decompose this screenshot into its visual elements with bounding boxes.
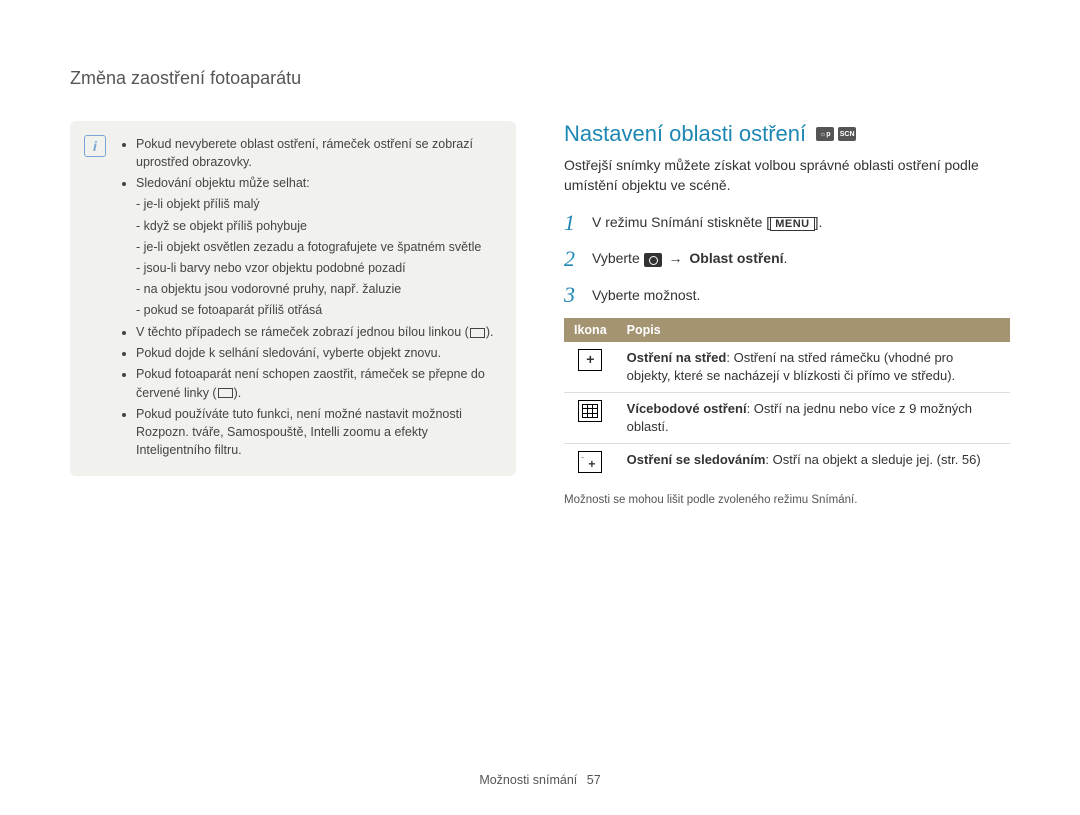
note-bullet: V těchto případech se rámeček zobrazí je… [136, 323, 500, 341]
menu-button-label: MENU [770, 217, 814, 231]
footer-label: Možnosti snímání [479, 773, 577, 787]
table-row: Vícebodové ostření: Ostří na jednu nebo … [564, 392, 1010, 443]
arrow-right-icon: → [669, 250, 683, 266]
note-bullet: Pokud dojde k selhání sledování, vyberte… [136, 344, 500, 362]
section-title: Nastavení oblasti ostření ☼p SCN [564, 121, 1010, 147]
note-sub-bullet: je-li objekt osvětlen zezadu a fotografu… [146, 238, 500, 256]
page-title: Změna zaostření fotoaparátu [70, 68, 1010, 89]
white-frame-icon [470, 328, 485, 338]
step-2: 2 Vyberte → Oblast ostření. [564, 246, 1010, 272]
note-bullet: Pokud fotoaparát není schopen zaostřit, … [136, 365, 500, 401]
center-focus-icon: + [578, 349, 602, 371]
table-header-desc: Popis [617, 318, 1010, 342]
table-row: ···+ Ostření se sledováním: Ostří na obj… [564, 444, 1010, 481]
step-number: 1 [564, 210, 582, 236]
step-number: 2 [564, 246, 582, 272]
table-row: + Ostření na střed: Ostření na střed rám… [564, 342, 1010, 393]
multi-focus-icon [578, 400, 602, 422]
step-3: 3 Vyberte možnost. [564, 282, 1010, 308]
note-body: Pokud nevyberete oblast ostření, rámeček… [120, 135, 500, 462]
note-bullet: Sledování objektu může selhat: je-li obj… [136, 174, 500, 319]
mode-camera-p-icon: ☼p [816, 127, 834, 141]
mode-scene-icon: SCN [838, 127, 856, 141]
info-icon: i [84, 135, 106, 157]
note-sub-bullet: když se objekt příliš pohybuje [146, 217, 500, 235]
page-footer: Možnosti snímání 57 [0, 773, 1080, 787]
note-sub-bullet: pokud se fotoaparát příliš otřásá [146, 301, 500, 319]
note-sub-bullet: jsou-li barvy nebo vzor objektu podobné … [146, 259, 500, 277]
page-number: 57 [587, 773, 601, 787]
step-number: 3 [564, 282, 582, 308]
camera-icon [644, 253, 662, 267]
note-sub-bullet: je-li objekt příliš malý [146, 195, 500, 213]
note-bullet: Pokud nevyberete oblast ostření, rámeček… [136, 135, 500, 171]
section-intro: Ostřejší snímky můžete získat volbou spr… [564, 155, 1010, 196]
info-note-box: i Pokud nevyberete oblast ostření, rámeč… [70, 121, 516, 476]
note-sub-bullet: na objektu jsou vodorovné pruhy, např. ž… [146, 280, 500, 298]
focus-options-table: Ikona Popis + Ostření na střed: Ostření … [564, 318, 1010, 481]
step-1: 1 V režimu Snímání stiskněte [MENU]. [564, 210, 1010, 236]
table-header-icon: Ikona [564, 318, 617, 342]
red-frame-icon [218, 388, 233, 398]
tracking-focus-icon: ···+ [578, 451, 602, 473]
note-bullet: Pokud používáte tuto funkci, není možné … [136, 405, 500, 459]
section-caption: Možnosti se mohou lišit podle zvoleného … [564, 494, 1010, 506]
